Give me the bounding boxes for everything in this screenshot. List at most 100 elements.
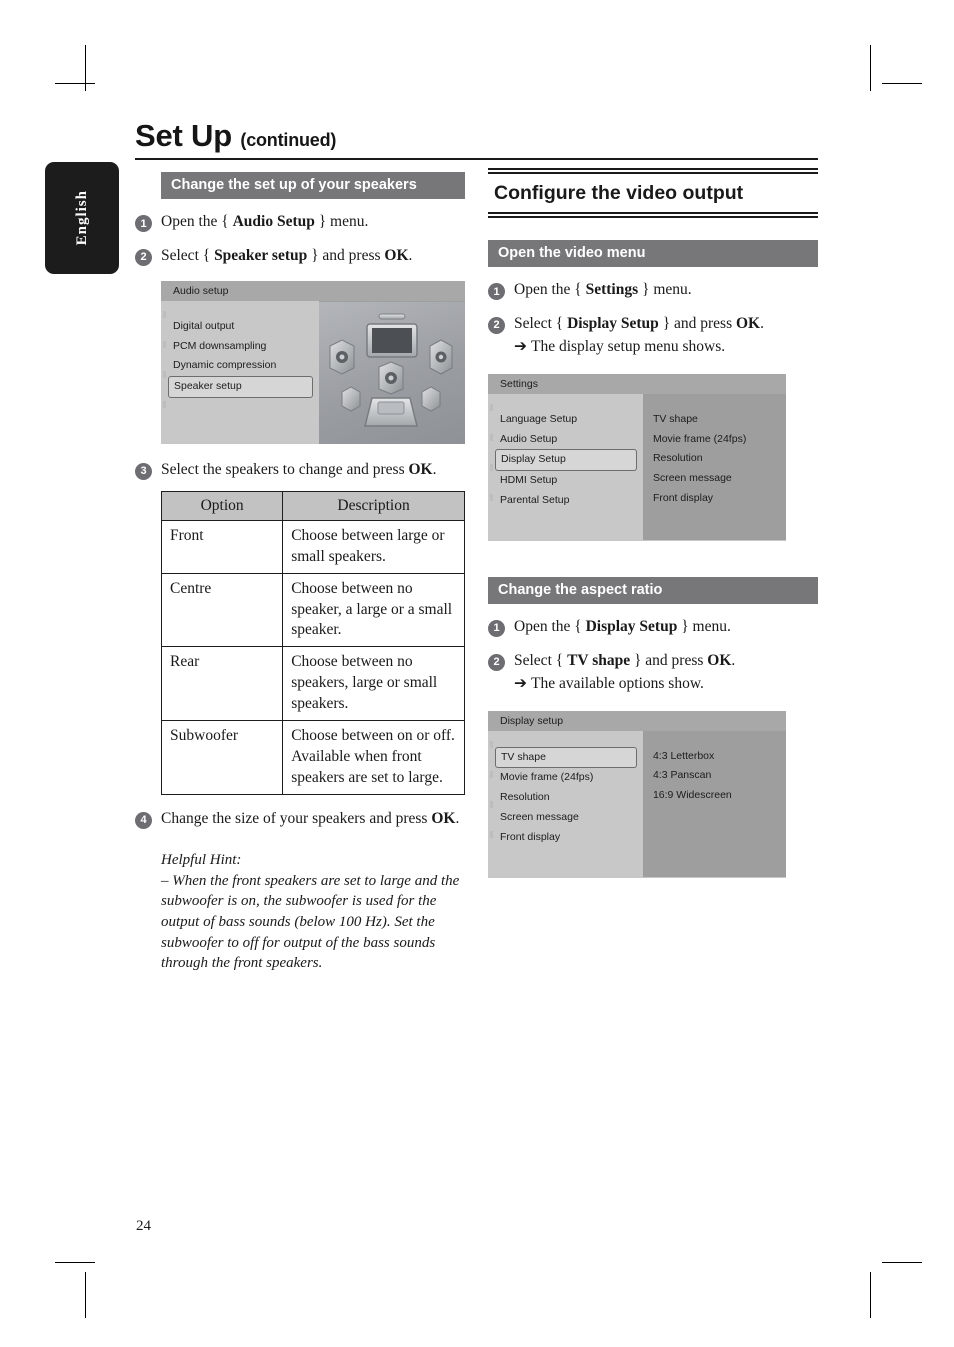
option-4-3-letterbox[interactable]: 4:3 Letterbox	[643, 747, 786, 767]
step-text: Open the { Settings } menu.	[514, 280, 692, 301]
crop-mark-top-left-h	[55, 83, 95, 84]
step-text-before: Open the {	[161, 213, 233, 230]
step-text-before: Select {	[514, 651, 568, 669]
step-text-bold: Display Setup	[567, 314, 659, 332]
display-setup-screen-body: TV shape Movie frame (24fps) Resolution …	[488, 730, 786, 877]
step-text-bold: OK	[408, 460, 433, 478]
step-text: Select { Display Setup } and press OK. ➔ T…	[514, 314, 764, 358]
step-text: Open the { Display Setup } menu.	[514, 617, 731, 638]
menu-item-movie-frame[interactable]: Movie frame (24fps)	[488, 768, 643, 788]
table-header-description: Description	[282, 490, 465, 521]
crop-mark-bottom-right-h	[882, 1262, 922, 1263]
page-title-main: Set Up	[135, 118, 232, 153]
step-substep: ➔ The display setup menu shows.	[514, 336, 764, 358]
menu-item-dynamic-compression[interactable]: Dynamic compression	[161, 356, 319, 376]
step-text-bold: TV shape	[567, 651, 631, 669]
step-text-end: .	[760, 314, 764, 332]
step-text-before: Select {	[161, 246, 215, 264]
audio-setup-screen: Audio setup Digital output PCM downsampl…	[161, 280, 465, 444]
table-cell-description: Choose between on or off. Available when…	[282, 720, 465, 795]
menu-item-parental-setup[interactable]: Parental Setup	[488, 491, 643, 511]
step-text-before: Open the {	[514, 617, 586, 635]
section-bar-change-aspect-ratio: Change the aspect ratio	[488, 576, 818, 604]
speaker-layout-diagram	[319, 301, 465, 444]
step-text-bold: Display Setup	[585, 617, 678, 635]
crop-mark-bottom-left-v	[85, 1272, 86, 1318]
step-number: 1	[488, 619, 505, 637]
option-4-3-panscan[interactable]: 4:3 Panscan	[643, 766, 786, 786]
step-text-bold2: OK	[736, 314, 761, 332]
step-text-end: .	[432, 460, 437, 478]
step-text-bold: Audio Setup	[232, 213, 315, 230]
crop-mark-top-right-v	[870, 45, 871, 91]
section-bar-open-video-menu: Open the video menu	[488, 240, 818, 267]
menu-item-front-display[interactable]: Front display	[488, 828, 643, 848]
step-text: Open the { Audio Setup } menu.	[161, 212, 368, 233]
submenu-item-movie-frame[interactable]: Movie frame (24fps)	[643, 430, 786, 450]
crop-mark-top-left-v	[85, 45, 86, 91]
submenu-item-front-display[interactable]: Front display	[643, 489, 786, 509]
submenu-item-tv-shape[interactable]: TV shape	[643, 410, 786, 430]
table-cell-option: Rear	[160, 646, 284, 722]
display-setup-screen-title: Display setup	[488, 710, 786, 731]
menu-item-speaker-setup[interactable]: Speaker setup	[168, 376, 314, 398]
display-setup-screen: Display setup TV shape Movie frame (24fp…	[488, 710, 786, 878]
step-item: 1 Open the { Settings } menu.	[488, 280, 818, 301]
crop-mark-bottom-right-v	[870, 1272, 871, 1318]
helpful-hint-title: Helpful Hint:	[161, 851, 242, 868]
menu-item-audio-setup[interactable]: Audio Setup	[488, 430, 643, 450]
step-text-bold2: OK	[384, 246, 409, 264]
page-number: 24	[136, 1218, 151, 1234]
table-cell-description: Choose between no speakers, large or sma…	[282, 646, 465, 722]
step-number: 2	[488, 653, 505, 671]
step-text: Select { TV shape } and press OK. ➔ The av…	[514, 651, 735, 695]
step-item: 1 Open the { Display Setup } menu.	[488, 617, 818, 638]
menu-item-pcm-downsampling[interactable]: PCM downsampling	[161, 337, 319, 357]
arrow-right-icon: ➔	[514, 336, 527, 355]
step-item: 2 Select { TV shape } and press OK. ➔ The …	[488, 651, 818, 695]
page-title: Set Up (continued)	[135, 118, 818, 154]
submenu-item-screen-message[interactable]: Screen message	[643, 469, 786, 489]
step-item: 2 Select { Speaker setup } and press OK.	[135, 246, 465, 267]
menu-item-display-setup[interactable]: Display Setup	[495, 449, 637, 472]
menu-item-language-setup[interactable]: Language Setup	[488, 410, 643, 430]
step-item: 2 Select { Display Setup } and press OK.…	[488, 314, 818, 358]
step-substep-text: The available options show.	[531, 674, 704, 692]
menu-item-hdmi-setup[interactable]: HDMI Setup	[488, 471, 643, 491]
option-16-9-widescreen[interactable]: 16:9 Widescreen	[643, 786, 786, 806]
section-bar-change-speaker-setup: Change the set up of your speakers	[161, 172, 465, 199]
settings-screen-title: Settings	[488, 373, 786, 394]
scroll-rail	[163, 301, 166, 443]
menu-item-digital-output[interactable]: Digital output	[161, 317, 319, 337]
step-text-before: Open the {	[514, 281, 586, 298]
step-item: 4 Change the size of your speakers and p…	[135, 809, 465, 830]
step-text-end: .	[408, 246, 413, 264]
speaker-options-table: Option Description Front Choose between …	[160, 490, 465, 795]
settings-menu-list: Language Setup Audio Setup Display Setup…	[488, 393, 643, 540]
speaker-layout-svg	[329, 313, 453, 427]
video-heading-rule-bottom2	[488, 216, 818, 218]
title-divider	[135, 158, 818, 160]
step-item: 1 Open the { Audio Setup } menu.	[135, 212, 465, 233]
left-column: Change the set up of your speakers 1 Ope…	[135, 172, 465, 974]
submenu-item-resolution[interactable]: Resolution	[643, 449, 786, 469]
arrow-right-icon: ➔	[514, 673, 527, 692]
menu-item-tv-shape[interactable]: TV shape	[495, 746, 637, 769]
table-header-option: Option	[160, 490, 284, 521]
page-title-suffix: (continued)	[240, 130, 337, 150]
step-number: 3	[135, 462, 152, 480]
menu-item-screen-message[interactable]: Screen message	[488, 808, 643, 828]
step-number: 2	[488, 316, 505, 334]
step-text-after: } menu.	[677, 617, 731, 635]
step-item: 3 Select the speakers to change and pres…	[135, 460, 465, 481]
step-text-after: } menu.	[638, 281, 692, 298]
video-heading-rule-top	[488, 168, 818, 170]
step-text: Select { Speaker setup } and press OK.	[161, 246, 412, 267]
table-cell-option: Subwoofer	[160, 720, 284, 795]
menu-item-resolution[interactable]: Resolution	[488, 788, 643, 808]
settings-screen: Settings Language Setup Audio Setup Disp…	[488, 373, 786, 541]
table-row: Rear Choose between no speakers, large o…	[160, 646, 465, 722]
helpful-hint: Helpful Hint: – When the front speakers …	[161, 850, 465, 974]
table-row: Front Choose between large or small spea…	[160, 519, 465, 574]
step-text-before: Select {	[514, 314, 568, 332]
